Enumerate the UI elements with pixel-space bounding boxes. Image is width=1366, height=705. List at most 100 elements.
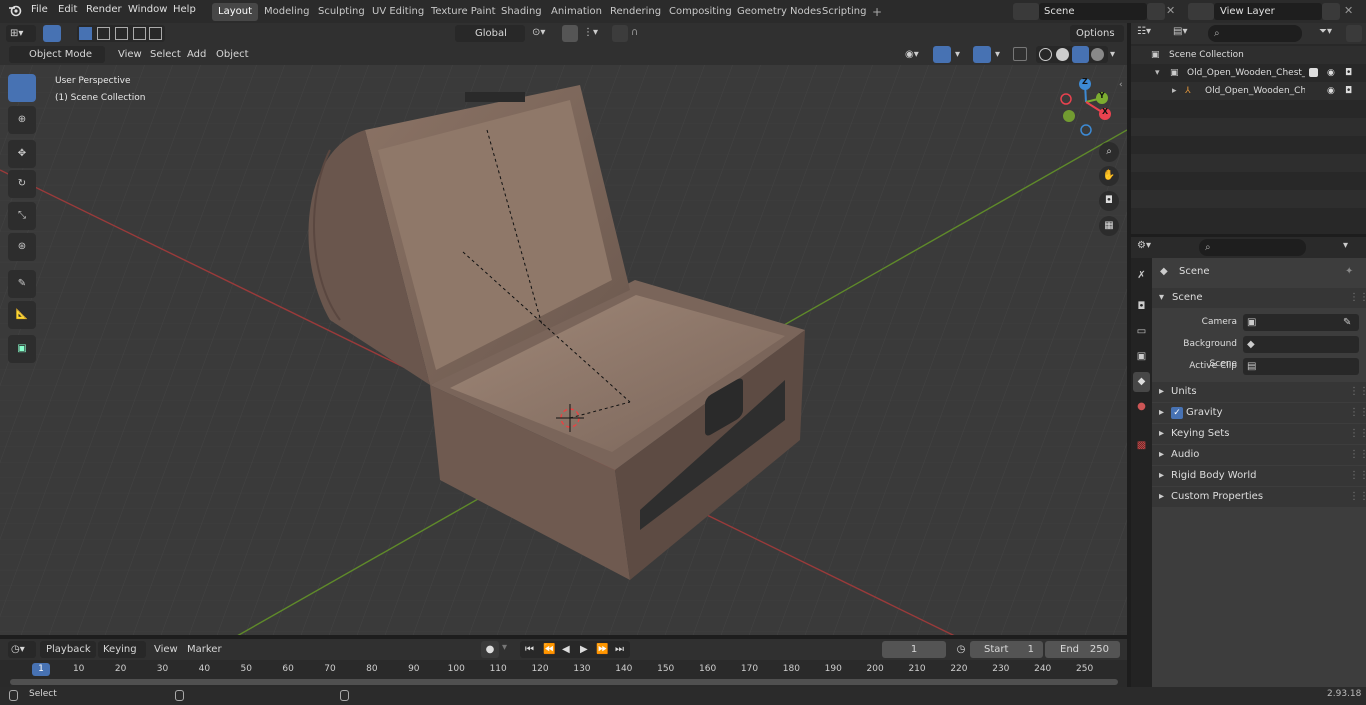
tab-geometry-nodes[interactable]: Geometry Nodes	[731, 3, 827, 21]
tab-shading[interactable]: Shading	[495, 3, 548, 21]
transform-orientation-dropdown[interactable]: Global	[455, 25, 525, 42]
menu-file[interactable]: File	[31, 4, 48, 15]
drag-handle-icon[interactable]: ⋮⋮	[1349, 445, 1366, 465]
menu-render[interactable]: Render	[86, 4, 122, 15]
scale-tool-icon[interactable]: ⤡	[8, 202, 36, 230]
play-reverse-icon[interactable]: ◀	[562, 641, 570, 658]
expand-arrow-icon[interactable]: ▸	[1159, 466, 1164, 486]
editor-type-icon[interactable]: ◷▾	[8, 641, 36, 658]
select-extend-icon[interactable]	[97, 27, 110, 40]
scene-panel-header[interactable]: ▾ Scene ⋮⋮	[1152, 288, 1366, 308]
properties-search-input[interactable]: ⌕	[1199, 239, 1306, 256]
pivot-point-icon[interactable]: ⊙▾	[532, 27, 545, 38]
tab-scripting[interactable]: Scripting	[816, 3, 872, 21]
next-keyframe-icon[interactable]: ⏩	[596, 641, 608, 658]
visibility-icon[interactable]: ◉▾	[905, 46, 919, 63]
pin-icon[interactable]: ✦	[1345, 262, 1353, 282]
blender-logo-icon[interactable]	[8, 4, 22, 18]
close-icon[interactable]: ✕	[1344, 4, 1353, 17]
outliner-row-scene-collection[interactable]: ▣ Scene Collection	[1131, 46, 1366, 64]
falloff-icon[interactable]: ∩	[631, 27, 638, 38]
menu-help[interactable]: Help	[173, 4, 196, 15]
view-layer-selector-icon[interactable]	[1188, 3, 1214, 20]
world-tab-icon[interactable]: ●	[1133, 397, 1150, 417]
outliner-search-input[interactable]: ⌕	[1208, 25, 1302, 42]
drag-handle-icon[interactable]: ⋮⋮	[1349, 382, 1366, 402]
end-frame-field[interactable]: End 250	[1045, 641, 1120, 658]
drag-handle-icon[interactable]: ⋮⋮	[1349, 288, 1366, 308]
playback-menu[interactable]: Playback	[40, 641, 96, 658]
tab-compositing[interactable]: Compositing	[663, 3, 738, 21]
gravity-section[interactable]: ▸ ✓ Gravity ⋮⋮	[1152, 403, 1366, 423]
expand-arrow-icon[interactable]: ▾	[1155, 64, 1160, 82]
expand-arrow-icon[interactable]: ▸	[1159, 382, 1164, 402]
solid-shading-icon[interactable]	[1056, 48, 1069, 61]
options-dropdown[interactable]: Options	[1070, 25, 1124, 42]
mode-dropdown[interactable]: Object Mode	[9, 46, 105, 63]
menu-object[interactable]: Object	[216, 46, 249, 63]
menu-view[interactable]: View	[154, 641, 178, 658]
drag-handle-icon[interactable]: ⋮⋮	[1349, 424, 1366, 444]
texture-tab-icon[interactable]: ▩	[1133, 436, 1150, 456]
options-dropdown-icon[interactable]: ▾	[1343, 240, 1348, 251]
gizmo-toggle-icon[interactable]	[933, 46, 951, 63]
close-icon[interactable]: ✕	[1166, 4, 1175, 17]
timeline-area[interactable]: 1 10 20 30 40 50 60 70 80 90 100 110 120 130 140 150 160…	[0, 660, 1127, 687]
expand-arrow-icon[interactable]: ▸	[1172, 82, 1177, 100]
drag-handle-icon[interactable]: ⋮⋮	[1349, 487, 1366, 507]
rigid-body-world-section[interactable]: ▸ Rigid Body World ⋮⋮	[1152, 466, 1366, 486]
pan-hand-icon[interactable]: ✋	[1099, 166, 1119, 186]
drag-handle-icon[interactable]: ⋮⋮	[1349, 403, 1366, 423]
tool-tab-icon[interactable]: ✗	[1133, 266, 1150, 286]
units-section[interactable]: ▸ Units ⋮⋮	[1152, 382, 1366, 402]
collapse-arrow-icon[interactable]: ▾	[1159, 288, 1164, 308]
auto-key-dropdown-icon[interactable]: ▾	[502, 642, 507, 653]
add-cube-tool-icon[interactable]: ▣	[8, 335, 36, 363]
proportional-edit-icon[interactable]	[612, 25, 628, 42]
keying-sets-section[interactable]: ▸ Keying Sets ⋮⋮	[1152, 424, 1366, 444]
tab-rendering[interactable]: Rendering	[604, 3, 667, 21]
view-layer-field[interactable]: View Layer	[1214, 3, 1322, 20]
current-frame-field[interactable]: 1	[882, 641, 946, 658]
add-workspace-icon[interactable]: +	[866, 3, 888, 21]
wireframe-shading-icon[interactable]	[1039, 48, 1052, 61]
camera-render-icon[interactable]: ◘	[1345, 82, 1352, 100]
preview-range-icon[interactable]: ◷	[953, 641, 969, 658]
keying-menu[interactable]: Keying	[98, 641, 146, 658]
eye-icon[interactable]: ◉	[1327, 64, 1335, 82]
3d-viewport[interactable]: User Perspective (1) Scene Collection ⊕ …	[0, 44, 1127, 635]
xray-toggle-icon[interactable]	[1013, 47, 1027, 61]
snap-icon[interactable]	[562, 25, 578, 42]
annotate-tool-icon[interactable]: ✎	[8, 270, 36, 298]
measure-tool-icon[interactable]: 📐	[8, 301, 36, 329]
menu-marker[interactable]: Marker	[187, 641, 222, 658]
shading-dropdown-icon[interactable]: ▾	[1110, 46, 1115, 63]
scene-selector-icon[interactable]	[1013, 3, 1039, 20]
material-preview-shading-icon[interactable]	[1072, 46, 1089, 63]
overlay-toggle-icon[interactable]	[973, 46, 991, 63]
overlay-dropdown-icon[interactable]: ▾	[995, 46, 1000, 63]
prev-keyframe-icon[interactable]: ⏪	[543, 641, 555, 658]
scene-tab-icon[interactable]: ◆	[1133, 372, 1150, 392]
editor-type-icon[interactable]: ☷▾	[1137, 26, 1151, 37]
view-layer-tab-icon[interactable]: ▣	[1133, 347, 1150, 367]
output-tab-icon[interactable]: ▭	[1133, 322, 1150, 342]
new-collection-icon[interactable]	[1346, 25, 1362, 42]
timeline-scrollbar[interactable]	[10, 679, 1118, 685]
eye-icon[interactable]: ◉	[1327, 82, 1335, 100]
outliner-row-chest-collection[interactable]: ▾ ▣ Old_Open_Wooden_Chest_00 ◉ ◘	[1131, 64, 1366, 82]
rendered-shading-icon[interactable]	[1091, 48, 1104, 61]
rotate-tool-icon[interactable]: ↻	[8, 170, 36, 198]
expand-arrow-icon[interactable]: ▸	[1159, 445, 1164, 465]
select-box-tool-icon[interactable]	[8, 74, 36, 102]
tab-sculpting[interactable]: Sculpting	[312, 3, 371, 21]
custom-properties-section[interactable]: ▸ Custom Properties ⋮⋮	[1152, 487, 1366, 507]
menu-edit[interactable]: Edit	[58, 4, 77, 15]
copy-view-layer-icon[interactable]	[1322, 3, 1340, 20]
zoom-icon[interactable]: ⌕	[1099, 142, 1119, 162]
gizmo-dropdown-icon[interactable]: ▾	[955, 46, 960, 63]
select-new-icon[interactable]	[79, 27, 92, 40]
jump-end-icon[interactable]: ⏭	[615, 641, 624, 658]
select-invert-icon[interactable]	[133, 27, 146, 40]
select-subtract-icon[interactable]	[115, 27, 128, 40]
